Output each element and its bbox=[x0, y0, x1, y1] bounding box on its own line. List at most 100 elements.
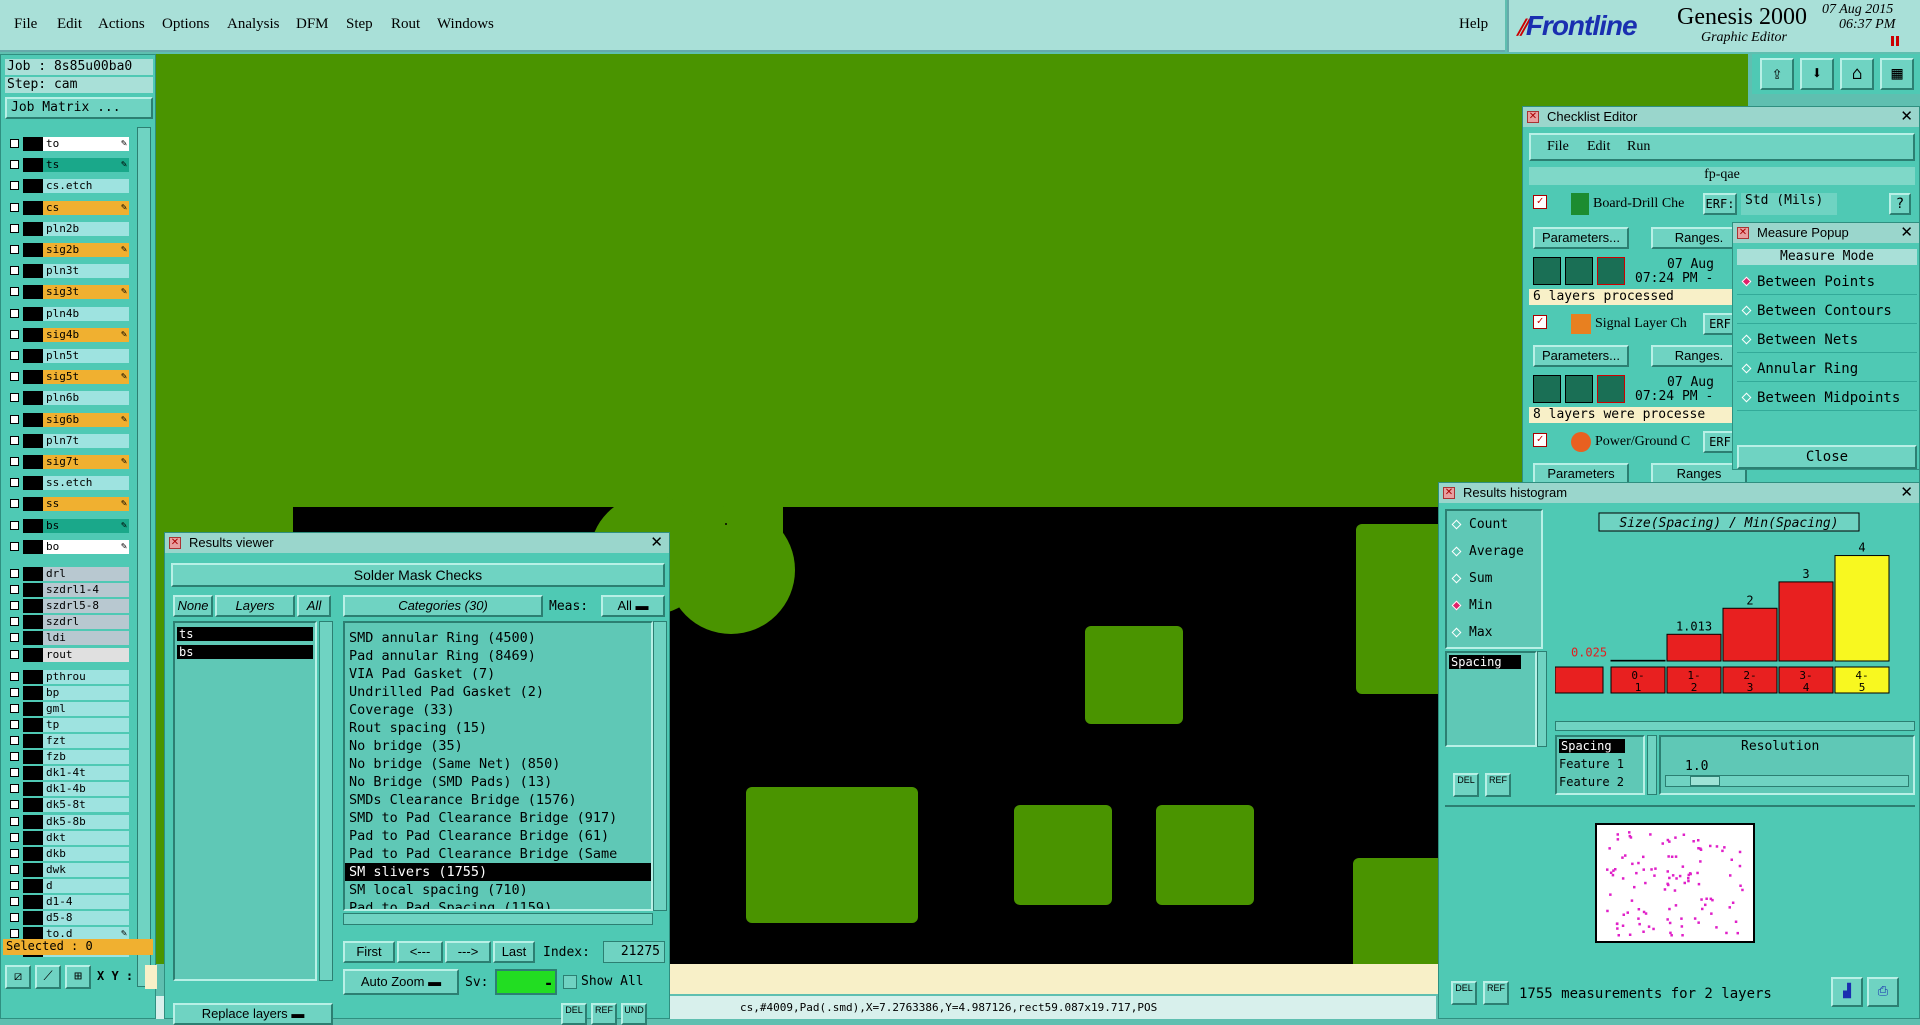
layer-name[interactable]: ss ✎ bbox=[43, 497, 129, 512]
layer-name[interactable]: rout bbox=[43, 647, 129, 662]
layer-row[interactable]: bo ✎ bbox=[7, 539, 129, 554]
layer-name[interactable]: d5-8 bbox=[43, 911, 129, 926]
measure-mode-option[interactable]: Between Nets bbox=[1737, 327, 1917, 353]
category-item[interactable]: Rout spacing (15) bbox=[345, 719, 651, 737]
layer-row[interactable]: dk5-8t bbox=[7, 798, 129, 813]
layer-row[interactable]: fzt bbox=[7, 734, 129, 748]
layer-name[interactable]: bs ✎ bbox=[43, 518, 129, 533]
category-item[interactable]: SMD to Pad Clearance Bridge (917) bbox=[345, 809, 651, 827]
layer-checkbox[interactable] bbox=[10, 703, 19, 713]
layer-row[interactable]: d1-4 bbox=[7, 895, 129, 909]
layer-checkbox[interactable] bbox=[10, 897, 19, 906]
next-button[interactable]: ---> bbox=[445, 941, 491, 963]
check-mark-icon[interactable]: ✓ bbox=[1533, 433, 1547, 447]
layer-row[interactable]: to ✎ bbox=[7, 137, 129, 151]
layer-row[interactable]: sig7t ✎ bbox=[7, 455, 129, 469]
layer-checkbox[interactable] bbox=[10, 864, 19, 874]
layer-result-list[interactable]: ts bs bbox=[173, 621, 317, 981]
field-item-spacing[interactable]: Spacing bbox=[1449, 655, 1521, 669]
categories-button[interactable]: Categories (30) bbox=[343, 595, 543, 617]
run-all-icon[interactable] bbox=[1565, 257, 1593, 285]
category-scrollbar[interactable] bbox=[653, 621, 667, 911]
layer-name[interactable]: pln6b bbox=[43, 391, 129, 406]
layer-name[interactable]: bo ✎ bbox=[43, 539, 129, 554]
layer-row[interactable]: rout bbox=[7, 647, 129, 662]
layer-checkbox[interactable] bbox=[10, 499, 19, 509]
auto-zoom-select[interactable]: Auto Zoom ▬ bbox=[343, 969, 459, 995]
summary-ref-button[interactable]: REF bbox=[1483, 981, 1509, 1005]
layer-name[interactable]: pln7t bbox=[43, 433, 129, 448]
sv-color-button[interactable]: ▬ bbox=[495, 969, 557, 995]
layer-checkbox[interactable] bbox=[10, 671, 19, 681]
layer-row[interactable]: ss ✎ bbox=[7, 497, 129, 512]
layer-checkbox[interactable] bbox=[10, 848, 19, 858]
category-item[interactable]: Pad to Pad Spacing (1159) bbox=[345, 899, 651, 909]
stat-option[interactable]: Count bbox=[1449, 515, 1539, 535]
layer-name[interactable]: dk5-8b bbox=[43, 814, 129, 829]
none-button[interactable]: None bbox=[173, 595, 213, 617]
show-all-checkbox[interactable] bbox=[563, 975, 577, 989]
layer-row[interactable]: sig5t ✎ bbox=[7, 370, 129, 385]
layer-name[interactable]: cs.etch bbox=[43, 179, 129, 194]
layer-checkbox[interactable] bbox=[10, 520, 19, 530]
field-scrollbar[interactable] bbox=[1537, 651, 1547, 747]
layer-row[interactable]: bs ✎ bbox=[7, 518, 129, 533]
layer-checkbox[interactable] bbox=[10, 329, 19, 339]
check-mark-icon[interactable]: ✓ bbox=[1533, 315, 1547, 329]
layers-button[interactable]: Layers bbox=[215, 595, 295, 617]
result-layer-item[interactable]: ts bbox=[177, 627, 313, 641]
menu-analysis[interactable]: Analysis bbox=[227, 16, 280, 33]
layer-name[interactable]: dkt bbox=[43, 830, 129, 845]
window-menu-icon[interactable]: ✕ bbox=[1527, 111, 1539, 123]
layer-name[interactable]: pln2b bbox=[43, 221, 129, 236]
ref-button[interactable]: REF bbox=[591, 1003, 617, 1025]
layer-checkbox[interactable] bbox=[10, 617, 19, 627]
erf-button[interactable]: ERF: bbox=[1703, 193, 1737, 215]
layer-name[interactable]: dkb bbox=[43, 846, 129, 861]
layer-name[interactable]: sig6b ✎ bbox=[43, 412, 129, 427]
measure-close-button[interactable]: Close bbox=[1737, 445, 1917, 469]
menu-windows[interactable]: Windows bbox=[437, 16, 494, 33]
index-field[interactable]: 21275 bbox=[603, 941, 665, 963]
menu-step[interactable]: Step bbox=[346, 16, 373, 33]
layer-row[interactable]: sig3t ✎ bbox=[7, 285, 129, 300]
layer-row[interactable]: sig6b ✎ bbox=[7, 412, 129, 427]
parameters-button-2[interactable]: Parameters... bbox=[1533, 345, 1629, 367]
layer-checkbox[interactable] bbox=[10, 816, 19, 826]
result-layer-item[interactable]: bs bbox=[177, 645, 313, 659]
layer-name[interactable]: d bbox=[43, 878, 129, 893]
layer-checkbox[interactable] bbox=[10, 633, 19, 643]
category-item[interactable]: SM slivers (1755) bbox=[345, 863, 651, 881]
menu-options[interactable]: Options bbox=[162, 16, 210, 33]
stop-icon[interactable] bbox=[1597, 257, 1625, 285]
layer-name[interactable]: sig3t ✎ bbox=[43, 285, 129, 300]
hist-print-button[interactable]: ⎙ bbox=[1867, 977, 1899, 1007]
check-mark-icon[interactable]: ✓ bbox=[1533, 195, 1547, 209]
last-button[interactable]: Last bbox=[493, 941, 535, 963]
layer-name[interactable]: szdrl1-4 bbox=[43, 583, 129, 598]
layer-row[interactable]: szdrl1-4 bbox=[7, 583, 129, 598]
checklist-menu-run[interactable]: Run bbox=[1627, 139, 1650, 155]
layer-checkbox[interactable] bbox=[10, 372, 19, 382]
xy-field[interactable] bbox=[145, 965, 157, 989]
layer-name[interactable]: bp bbox=[43, 685, 129, 700]
layer-checkbox[interactable] bbox=[10, 585, 19, 595]
menu-help[interactable]: Help bbox=[1459, 16, 1488, 33]
save-button[interactable]: ⬇ bbox=[1800, 58, 1834, 90]
layer-row[interactable]: cs ✎ bbox=[7, 200, 129, 215]
layer-name[interactable]: gml bbox=[43, 701, 129, 716]
del-button[interactable]: DEL bbox=[561, 1003, 587, 1025]
layout-button[interactable]: ▦ bbox=[1880, 58, 1914, 90]
layer-checkbox[interactable] bbox=[10, 393, 19, 403]
layer-name[interactable]: ldi bbox=[43, 631, 129, 646]
layer-row[interactable]: gml bbox=[7, 701, 129, 716]
legend-scrollbar[interactable] bbox=[1647, 735, 1657, 795]
category-item[interactable]: VIA Pad Gasket (7) bbox=[345, 665, 651, 683]
layer-checkbox[interactable] bbox=[10, 719, 19, 729]
category-item[interactable]: No bridge (35) bbox=[345, 737, 651, 755]
layer-row[interactable]: drl bbox=[7, 567, 129, 581]
category-item[interactable]: SM local spacing (710) bbox=[345, 881, 651, 899]
window-menu-icon[interactable]: ✕ bbox=[1737, 227, 1749, 239]
stop-icon[interactable] bbox=[1597, 375, 1625, 403]
layer-row[interactable]: pln4b bbox=[7, 306, 129, 321]
